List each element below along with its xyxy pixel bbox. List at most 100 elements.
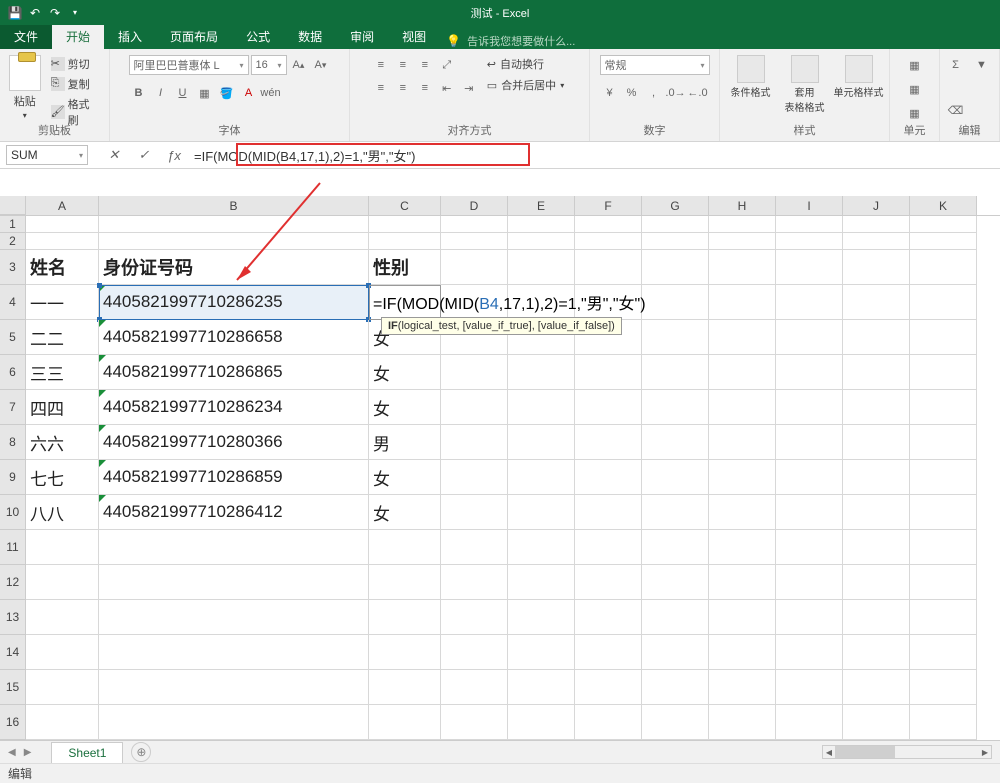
row-header[interactable]: 1 bbox=[0, 216, 26, 233]
cell-H6[interactable] bbox=[709, 355, 776, 390]
cell-F7[interactable] bbox=[575, 390, 642, 425]
conditional-format-button[interactable]: 条件格式 bbox=[726, 55, 776, 99]
increase-decimal-button[interactable]: .0→ bbox=[666, 83, 686, 103]
cell-F15[interactable] bbox=[575, 670, 642, 705]
col-header-I[interactable]: I bbox=[776, 196, 843, 215]
sheet-prev-button[interactable]: ◀ bbox=[8, 747, 16, 758]
cell-K5[interactable] bbox=[910, 320, 977, 355]
cell-J8[interactable] bbox=[843, 425, 910, 460]
cell-F9[interactable] bbox=[575, 460, 642, 495]
cell-F12[interactable] bbox=[575, 565, 642, 600]
comma-button[interactable]: , bbox=[644, 83, 664, 103]
copy-button[interactable]: ⎘复制 bbox=[48, 75, 103, 93]
row-header[interactable]: 2 bbox=[0, 233, 26, 250]
cell-C15[interactable] bbox=[369, 670, 441, 705]
cell-J4[interactable] bbox=[843, 285, 910, 320]
tab-formulas[interactable]: 公式 bbox=[232, 24, 284, 49]
row-header[interactable]: 6 bbox=[0, 355, 26, 390]
cell-I11[interactable] bbox=[776, 530, 843, 565]
cell-H9[interactable] bbox=[709, 460, 776, 495]
cell-C11[interactable] bbox=[369, 530, 441, 565]
cell-F1[interactable] bbox=[575, 216, 642, 233]
row-header[interactable]: 13 bbox=[0, 600, 26, 635]
underline-button[interactable]: U bbox=[173, 83, 193, 103]
cell-E13[interactable] bbox=[508, 600, 575, 635]
col-header-A[interactable]: A bbox=[26, 196, 99, 215]
cell-B15[interactable] bbox=[99, 670, 369, 705]
horizontal-scroll[interactable]: ◀ ▶ bbox=[159, 745, 992, 759]
cell-K12[interactable] bbox=[910, 565, 977, 600]
cell-B16[interactable] bbox=[99, 705, 369, 740]
cell-H13[interactable] bbox=[709, 600, 776, 635]
cell-B4[interactable]: 4405821997710286235 bbox=[99, 285, 369, 320]
cell-I6[interactable] bbox=[776, 355, 843, 390]
merge-center-button[interactable]: ▭合并后居中▾ bbox=[483, 76, 568, 94]
cell-I1[interactable] bbox=[776, 216, 843, 233]
cell-C5[interactable]: 女IF(logical_test, [value_if_true], [valu… bbox=[369, 320, 441, 355]
sheet-next-button[interactable]: ▶ bbox=[24, 747, 32, 758]
cell-I16[interactable] bbox=[776, 705, 843, 740]
cell-G11[interactable] bbox=[642, 530, 709, 565]
cut-button[interactable]: ✂剪切 bbox=[48, 55, 103, 73]
col-header-F[interactable]: F bbox=[575, 196, 642, 215]
cell-F11[interactable] bbox=[575, 530, 642, 565]
cell-I5[interactable] bbox=[776, 320, 843, 355]
cell-F10[interactable] bbox=[575, 495, 642, 530]
cell-D15[interactable] bbox=[441, 670, 508, 705]
cell-A2[interactable] bbox=[26, 233, 99, 250]
cell-D2[interactable] bbox=[441, 233, 508, 250]
cell-D12[interactable] bbox=[441, 565, 508, 600]
cell-E11[interactable] bbox=[508, 530, 575, 565]
cell-I2[interactable] bbox=[776, 233, 843, 250]
cell-K4[interactable] bbox=[910, 285, 977, 320]
redo-icon[interactable]: ↷ bbox=[46, 4, 64, 22]
cell-G10[interactable] bbox=[642, 495, 709, 530]
cell-H12[interactable] bbox=[709, 565, 776, 600]
cell-A12[interactable] bbox=[26, 565, 99, 600]
row-header[interactable]: 15 bbox=[0, 670, 26, 705]
cell-K15[interactable] bbox=[910, 670, 977, 705]
cancel-formula-button[interactable]: ✕ bbox=[104, 145, 124, 165]
font-name-combo[interactable]: 阿里巴巴普惠体 L▾ bbox=[129, 55, 249, 75]
cell-A9[interactable]: 七七 bbox=[26, 460, 99, 495]
cell-G1[interactable] bbox=[642, 216, 709, 233]
cell-G2[interactable] bbox=[642, 233, 709, 250]
cell-B2[interactable] bbox=[99, 233, 369, 250]
cell-A13[interactable] bbox=[26, 600, 99, 635]
cell-A15[interactable] bbox=[26, 670, 99, 705]
cell-G7[interactable] bbox=[642, 390, 709, 425]
tab-review[interactable]: 审阅 bbox=[336, 24, 388, 49]
cell-F8[interactable] bbox=[575, 425, 642, 460]
cell-H2[interactable] bbox=[709, 233, 776, 250]
cell-J3[interactable] bbox=[843, 250, 910, 285]
cell-B10[interactable]: 4405821997710286412 bbox=[99, 495, 369, 530]
cell-B5[interactable]: 4405821997710286658 bbox=[99, 320, 369, 355]
indent-decrease-button[interactable]: ⇤ bbox=[437, 78, 457, 98]
cell-B12[interactable] bbox=[99, 565, 369, 600]
cell-E7[interactable] bbox=[508, 390, 575, 425]
cell-E8[interactable] bbox=[508, 425, 575, 460]
cell-B14[interactable] bbox=[99, 635, 369, 670]
cell-J10[interactable] bbox=[843, 495, 910, 530]
scroll-right-icon[interactable]: ▶ bbox=[979, 746, 991, 758]
cell-B11[interactable] bbox=[99, 530, 369, 565]
scroll-left-icon[interactable]: ◀ bbox=[823, 746, 835, 758]
cell-J12[interactable] bbox=[843, 565, 910, 600]
cell-G13[interactable] bbox=[642, 600, 709, 635]
cell-styles-button[interactable]: 单元格样式 bbox=[834, 55, 884, 99]
wrap-text-button[interactable]: ↩自动换行 bbox=[483, 55, 568, 73]
cell-I3[interactable] bbox=[776, 250, 843, 285]
cell-K1[interactable] bbox=[910, 216, 977, 233]
cell-J5[interactable] bbox=[843, 320, 910, 355]
tab-home[interactable]: 开始 bbox=[52, 24, 104, 49]
cell-J13[interactable] bbox=[843, 600, 910, 635]
cell-H7[interactable] bbox=[709, 390, 776, 425]
col-header-B[interactable]: B bbox=[99, 196, 369, 215]
cell-F16[interactable] bbox=[575, 705, 642, 740]
cell-D6[interactable] bbox=[441, 355, 508, 390]
cell-B8[interactable]: 4405821997710280366 bbox=[99, 425, 369, 460]
cell-H5[interactable] bbox=[709, 320, 776, 355]
cell-F6[interactable] bbox=[575, 355, 642, 390]
qat-dropdown-icon[interactable]: ▾ bbox=[66, 4, 84, 22]
row-header[interactable]: 16 bbox=[0, 705, 26, 740]
